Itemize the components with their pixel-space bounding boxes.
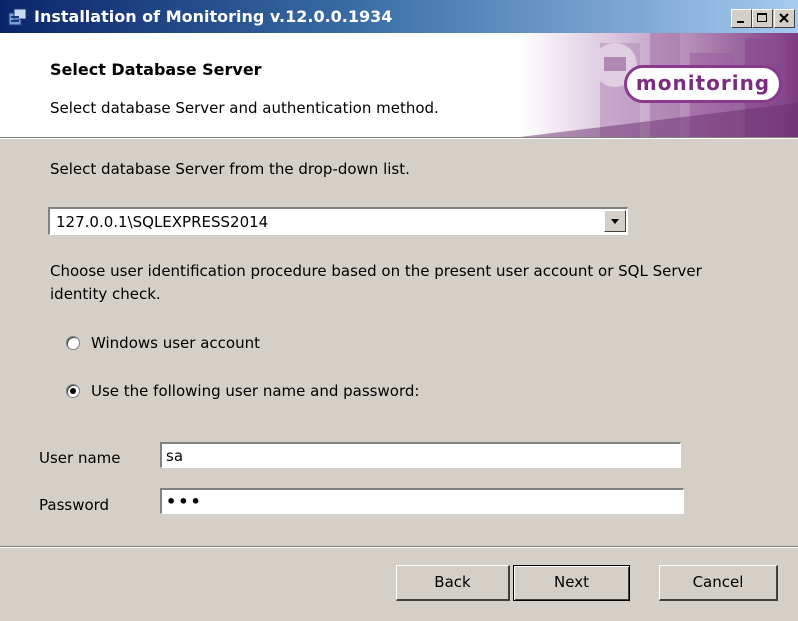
radio-selected-dot xyxy=(70,388,76,394)
next-button[interactable]: Next xyxy=(513,565,630,601)
page-subtitle: Select database Server and authenticatio… xyxy=(50,99,439,117)
minimize-icon xyxy=(737,21,744,23)
header-divider xyxy=(0,137,798,139)
window-title: Installation of Monitoring v.12.0.0.1934 xyxy=(34,7,393,26)
server-prompt: Select database Server from the drop-dow… xyxy=(50,160,410,178)
installer-window: Installation of Monitoring v.12.0.0.1934… xyxy=(0,0,798,621)
header-banner: Select Database Server Select database S… xyxy=(0,33,798,137)
password-field[interactable]: ••• xyxy=(160,488,684,514)
installer-app-icon xyxy=(8,8,27,26)
cancel-button[interactable]: Cancel xyxy=(659,565,778,601)
password-mask: ••• xyxy=(166,492,203,511)
footer-divider xyxy=(0,546,798,548)
server-combobox-value: 127.0.0.1\SQLEXPRESS2014 xyxy=(56,213,269,231)
auth-prompt-line1: Choose user identification procedure bas… xyxy=(50,262,702,280)
chevron-down-icon xyxy=(611,219,619,224)
close-icon xyxy=(779,13,789,23)
password-label: Password xyxy=(39,496,110,514)
minimize-button[interactable] xyxy=(731,9,752,28)
page-title: Select Database Server xyxy=(50,60,262,79)
title-bar[interactable]: Installation of Monitoring v.12.0.0.1934 xyxy=(0,0,798,33)
server-combobox[interactable]: 127.0.0.1\SQLEXPRESS2014 xyxy=(48,207,628,235)
maximize-button[interactable] xyxy=(752,9,773,28)
server-dropdown-button[interactable] xyxy=(604,210,626,232)
username-field[interactable]: sa xyxy=(160,442,681,468)
maximize-icon xyxy=(757,13,767,22)
logo-text: monitoring xyxy=(635,71,771,95)
radio-windows-account-label[interactable]: Windows user account xyxy=(91,334,260,352)
back-button[interactable]: Back xyxy=(396,565,510,601)
radio-sql-account[interactable] xyxy=(66,384,80,398)
username-label: User name xyxy=(39,449,121,467)
close-button[interactable] xyxy=(774,9,795,28)
radio-sql-account-label[interactable]: Use the following user name and password… xyxy=(91,382,419,400)
radio-windows-account[interactable] xyxy=(66,336,80,350)
auth-prompt-line2: identity check. xyxy=(50,285,161,303)
username-value: sa xyxy=(166,447,184,465)
monitoring-logo: monitoring xyxy=(624,65,782,103)
